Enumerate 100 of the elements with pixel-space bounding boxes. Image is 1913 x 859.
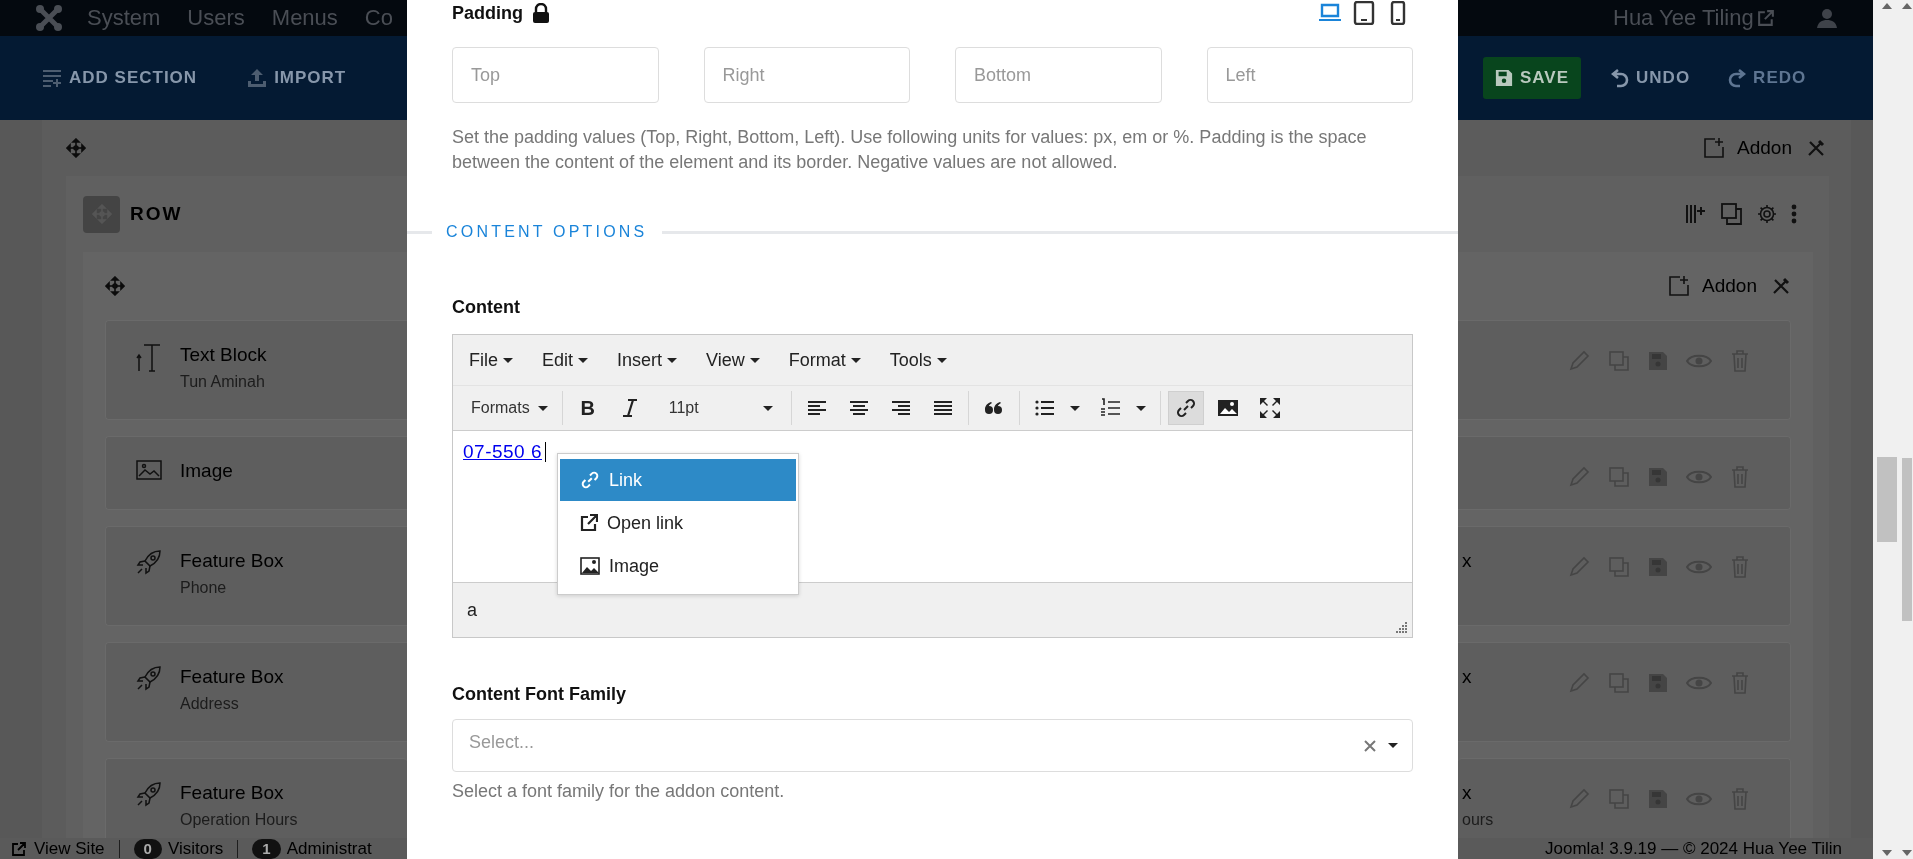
caret-icon	[936, 357, 947, 363]
addon-card[interactable]: Image	[105, 436, 407, 510]
editor-link-text[interactable]: 07-550 6	[463, 441, 546, 463]
save-button[interactable]: SAVE	[1483, 57, 1582, 99]
copy-icon	[1721, 203, 1743, 225]
scrollbar-thumb[interactable]	[1902, 458, 1912, 621]
count-badge: 0	[133, 838, 162, 859]
caret-icon	[1388, 743, 1398, 748]
floppy-icon	[1495, 69, 1513, 87]
trash-icon	[1730, 788, 1750, 810]
add-icon	[1703, 137, 1726, 159]
clear-icon	[1364, 739, 1376, 752]
nav-menu-item[interactable]: Co	[364, 5, 393, 31]
editor-menu-item[interactable]: Edit	[532, 345, 599, 375]
copy-icon	[1608, 350, 1630, 372]
bold-button[interactable]: B	[569, 391, 606, 425]
toolbar-button[interactable]: ADD SECTION	[34, 58, 206, 98]
addon-card[interactable]: x	[1458, 526, 1791, 626]
editor-menu-item[interactable]: Format	[778, 345, 871, 375]
context-menu-item[interactable]: Link	[560, 459, 796, 501]
link-icon	[580, 470, 600, 490]
move-icon	[105, 276, 125, 296]
font-family-select[interactable]: Select...	[452, 719, 1413, 772]
undo-icon	[1611, 68, 1630, 88]
caret-icon	[667, 357, 678, 363]
caret-icon	[578, 357, 589, 363]
padding-input[interactable]: Bottom	[955, 47, 1162, 103]
addon-card[interactable]: Text Block Tun Aminah	[105, 320, 407, 420]
addon-subtitle: Phone	[180, 578, 228, 598]
editor-menu-item[interactable]: View	[696, 345, 770, 375]
font-size-dropdown[interactable]: 11pt	[653, 391, 784, 425]
count-badge: 1	[252, 838, 281, 859]
field-label: Content Font Family	[452, 684, 627, 705]
addon-card[interactable]: Feature Box Phone	[105, 526, 407, 626]
eye-icon	[1686, 674, 1712, 692]
pencil-icon	[1568, 466, 1590, 488]
eye-icon	[1686, 558, 1712, 576]
scrollbar-thumb[interactable]	[1877, 457, 1897, 542]
field-label: Padding	[452, 2, 523, 24]
editor-menu-item[interactable]: Insert	[607, 345, 688, 375]
caret-icon	[749, 357, 760, 363]
add-column-icon	[1685, 203, 1707, 225]
list-add-icon	[42, 68, 62, 88]
caret-icon	[537, 405, 548, 411]
trash-icon	[1730, 350, 1750, 372]
caret-icon	[1069, 405, 1080, 411]
toolbar-button[interactable]: UNDO	[1603, 58, 1699, 98]
addon-subtitle: Tun Aminah	[180, 372, 266, 392]
footer-label: Visitors	[167, 838, 224, 859]
trash-icon	[1730, 466, 1750, 488]
add-addon-link[interactable]: Addon	[1668, 275, 1757, 297]
section-title: CONTENT OPTIONS	[446, 223, 648, 241]
pencil-icon	[1568, 350, 1590, 372]
caret-icon	[503, 357, 513, 363]
resize-grip-icon	[1396, 621, 1408, 633]
tools-icon	[1771, 276, 1791, 296]
pencil-icon	[1568, 788, 1590, 810]
image-icon	[580, 557, 600, 575]
view-site-link[interactable]: View Site	[12, 838, 105, 859]
eye-icon	[1686, 352, 1712, 370]
nav-menu-item[interactable]: Users	[187, 5, 245, 31]
padding-input[interactable]: Top	[452, 47, 659, 103]
rocket-icon	[136, 781, 162, 807]
context-menu-item[interactable]: Image	[560, 545, 796, 587]
more-icon	[1791, 204, 1797, 224]
addon-subtitle: Operation Hours	[180, 810, 298, 830]
fullscreen-icon	[1258, 397, 1281, 419]
link-button[interactable]	[1167, 391, 1204, 425]
padding-input[interactable]: Right	[703, 47, 910, 103]
upload-icon	[247, 68, 268, 88]
context-menu-item[interactable]: Open link	[560, 502, 796, 544]
row-drag-handle[interactable]	[83, 195, 120, 233]
padding-input[interactable]: Left	[1206, 47, 1413, 103]
element-path[interactable]: a	[467, 599, 477, 621]
add-addon-link[interactable]: Addon	[1703, 137, 1792, 159]
image-icon	[1216, 397, 1239, 419]
addon-card[interactable]: Feature Box Address	[105, 642, 407, 742]
external-link-icon	[580, 514, 598, 532]
nav-menu-item[interactable]: Menus	[271, 5, 338, 31]
copy-icon	[1608, 788, 1630, 810]
toolbar-button[interactable]: IMPORT	[239, 58, 355, 98]
footer-label: Administrat	[286, 838, 372, 859]
nav-menu-item[interactable]: System	[87, 5, 161, 31]
addon-card[interactable]: Feature Box Operation Hours	[105, 758, 407, 838]
addon-subtitle: Address	[180, 694, 240, 714]
addon-card[interactable]: x ours	[1458, 758, 1791, 838]
addon-title: Feature Box	[180, 665, 284, 689]
tablet-view-icon[interactable]	[1352, 1, 1376, 25]
editor-menu-item[interactable]: Tools	[879, 345, 957, 375]
formats-dropdown[interactable]: Formats	[464, 391, 555, 425]
caret-icon	[1135, 405, 1146, 411]
trash-icon	[1730, 556, 1750, 578]
tools-icon	[1806, 138, 1826, 158]
help-text: Set the padding values (Top, Right, Bottom, Left). Use following units for values: px, em or %. Padding is the space between the content of the element and its border. Negative values are not allowed.	[452, 126, 1368, 174]
text-icon	[136, 343, 162, 373]
editor-menu-item[interactable]: File	[459, 345, 523, 375]
addon-card[interactable]: x	[1458, 642, 1791, 742]
rocket-icon	[136, 549, 162, 575]
external-link-icon	[1757, 10, 1774, 26]
eye-icon	[1686, 468, 1712, 486]
